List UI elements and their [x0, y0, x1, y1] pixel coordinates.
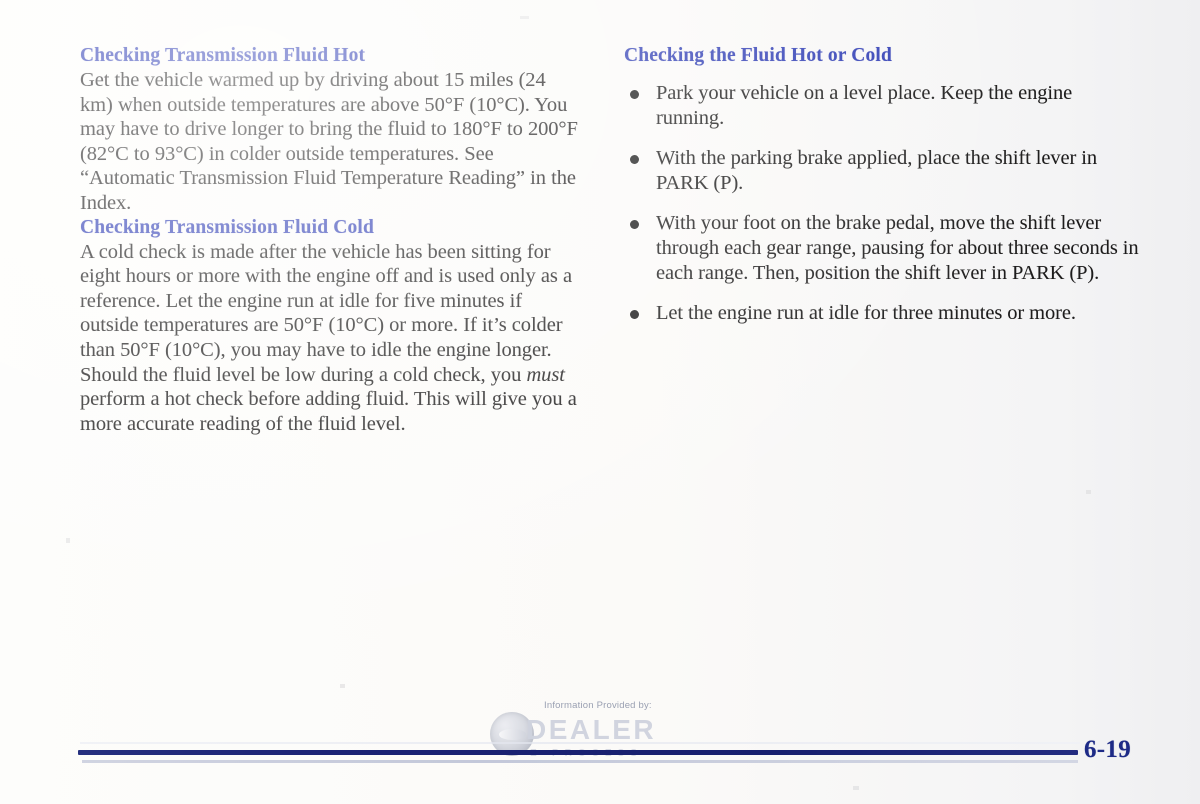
heading-checking-transmission-fluid-hot: Checking Transmission Fluid Hot [80, 45, 366, 66]
page-footer: Information Provided by: DEALER E-PROCES… [0, 694, 1200, 804]
scan-artifact [340, 684, 345, 688]
list-item: With your foot on the brake pedal, move … [624, 211, 1139, 285]
footer-rule-primary [78, 750, 1078, 755]
right-column: Checking the Fluid Hot or Cold Park your… [624, 44, 1139, 326]
bullet-icon [630, 155, 639, 165]
document-page: Checking Transmission Fluid Hot Get the … [0, 0, 1200, 804]
scan-artifact [520, 16, 529, 19]
list-item: Park your vehicle on a level place. Keep… [624, 81, 1139, 130]
watermark-caption: Information Provided by: [544, 700, 652, 711]
instruction-list: Park your vehicle on a level place. Keep… [624, 81, 1139, 326]
bullet-icon [630, 220, 639, 230]
scan-artifact [66, 538, 70, 543]
paragraph-cold-emphasis: must [526, 363, 565, 386]
list-item-text: With the parking brake applied, place th… [656, 147, 1097, 194]
list-item-text: Let the engine run at idle for three min… [656, 302, 1076, 325]
paragraph-cold-part-1: A cold check is made after the vehicle h… [80, 240, 573, 386]
bullet-icon [630, 310, 639, 320]
left-column: Checking Transmission Fluid Hot Get the … [80, 44, 580, 436]
heading-checking-transmission-fluid-cold: Checking Transmission Fluid Cold [80, 216, 374, 238]
paragraph-checking-fluid-hot: Get the vehicle warmed up by driving abo… [80, 69, 578, 214]
footer-rule-secondary [82, 760, 1078, 763]
page-number: 6-19 [1084, 736, 1132, 763]
list-item-text: Park your vehicle on a level place. Keep… [656, 82, 1073, 129]
page-columns: Checking Transmission Fluid Hot Get the … [0, 0, 1200, 804]
bullet-icon [630, 90, 639, 99]
paragraph-cold-part-2: perform a hot check before adding fluid.… [80, 388, 577, 435]
list-item: Let the engine run at idle for three min… [624, 301, 1139, 326]
list-item-text: With your foot on the brake pedal, move … [656, 212, 1139, 284]
scan-artifact [1086, 490, 1091, 494]
heading-checking-the-fluid-hot-or-cold: Checking the Fluid Hot or Cold [624, 45, 892, 66]
list-item: With the parking brake applied, place th… [624, 146, 1139, 195]
footer-rule-hairline [80, 742, 1080, 744]
paragraph-checking-fluid-cold: A cold check is made after the vehicle h… [80, 240, 580, 437]
